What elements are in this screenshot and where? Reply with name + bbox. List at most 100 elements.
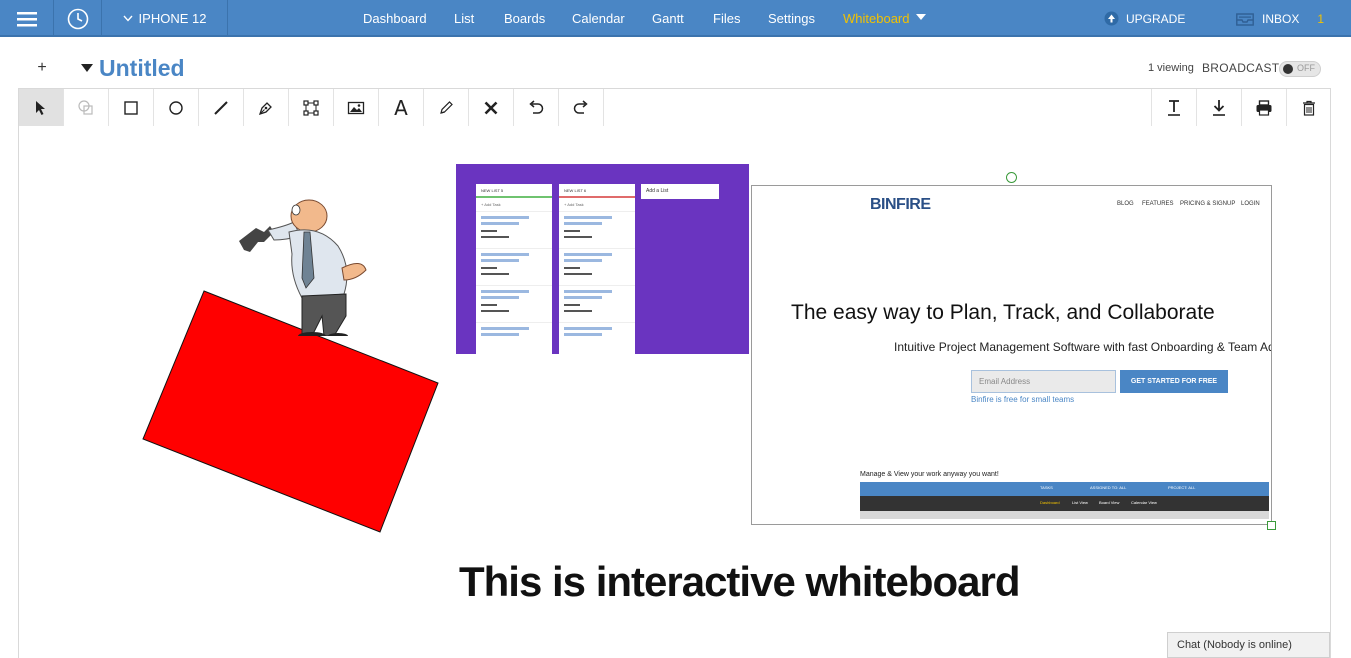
add-board-button[interactable]: + <box>34 58 50 78</box>
nav-files[interactable]: Files <box>713 0 740 37</box>
print-tool[interactable] <box>1241 89 1286 126</box>
kanban-column: NEW LIST 6 + Add Task <box>559 184 635 354</box>
site-gray-bar <box>860 511 1269 519</box>
chat-panel-button[interactable]: Chat (Nobody is online) <box>1167 632 1330 658</box>
title-dropdown-icon[interactable] <box>81 64 93 72</box>
site-appbar-item: ASSIGNED TO: ALL <box>1090 485 1127 490</box>
site-appbar-item: PROJECT: ALL <box>1168 485 1196 490</box>
site-sub-bar: Dashboard List View Board View Calendar … <box>860 496 1269 511</box>
site-nav-item: FEATURES <box>1142 201 1174 207</box>
project-selector[interactable]: IPHONE 12 <box>102 0 228 37</box>
cursor-arrow-icon <box>36 100 45 115</box>
site-nav-item: PRICING & SIGNUP <box>1180 201 1236 207</box>
top-navigation-bar: IPHONE 12 Dashboard List Boards Calendar… <box>0 0 1351 37</box>
image-tool[interactable] <box>334 89 379 126</box>
site-subbar-item: List View <box>1072 500 1088 505</box>
rotate-handle[interactable] <box>1006 172 1017 183</box>
broadcast-label: BROADCAST <box>1202 61 1280 75</box>
kanban-column-title: NEW LIST 6 <box>559 184 635 198</box>
kanban-board-image[interactable]: NEW LIST 5 + Add Task NEW LIST 6 + Add T… <box>456 164 749 354</box>
time-tracker-button[interactable] <box>54 0 102 37</box>
undo-tool[interactable] <box>514 89 559 126</box>
nav-boards[interactable]: Boards <box>504 0 545 37</box>
kanban-card <box>559 323 635 354</box>
download-icon <box>1213 99 1225 116</box>
project-name: IPHONE 12 <box>138 11 207 26</box>
image-icon <box>347 101 365 114</box>
nav-list[interactable]: List <box>454 0 474 37</box>
upgrade-button[interactable]: UPGRADE <box>1104 0 1185 37</box>
download-tool[interactable] <box>1196 89 1241 126</box>
site-headline: The easy way to Plan, Track, and Collabo… <box>791 301 1215 324</box>
clock-icon <box>67 8 88 29</box>
kanban-card <box>476 286 552 323</box>
menu-button[interactable] <box>0 0 54 37</box>
site-cta-button: GET STARTED FOR FREE <box>1120 370 1228 393</box>
nav-gantt[interactable]: Gantt <box>652 0 684 37</box>
delete-tool[interactable] <box>469 89 514 126</box>
kanban-card <box>476 249 552 286</box>
pencil-icon <box>440 100 453 114</box>
circle-icon <box>169 100 183 115</box>
circle-tool[interactable] <box>154 89 199 126</box>
line-tool[interactable] <box>199 89 244 126</box>
pen-tool[interactable] <box>244 89 289 126</box>
whiteboard-canvas[interactable]: NEW LIST 5 + Add Task NEW LIST 6 + Add T… <box>18 126 1331 658</box>
site-subbar-item: Dashboard <box>1040 500 1060 505</box>
trash-tool[interactable] <box>1286 89 1331 126</box>
nav-calendar[interactable]: Calendar <box>572 0 625 37</box>
nav-whiteboard[interactable]: Whiteboard <box>843 0 909 37</box>
close-icon <box>484 101 498 114</box>
text-format-tool[interactable] <box>1151 89 1196 126</box>
chevron-down-icon <box>123 15 133 22</box>
site-manage-text: Manage & View your work anyway you want! <box>860 471 999 478</box>
site-subbar-item: Calendar View <box>1131 500 1157 505</box>
inbox-icon <box>1236 12 1254 26</box>
nav-settings[interactable]: Settings <box>768 0 815 37</box>
kanban-add-task: + Add Task <box>559 198 635 212</box>
kanban-add-task: + Add Task <box>476 198 552 212</box>
website-screenshot-image[interactable]: BINFIRE BLOG FEATURES PRICING & SIGNUP L… <box>751 185 1272 525</box>
select-tool[interactable] <box>19 89 64 126</box>
caret-down-icon[interactable] <box>916 14 926 21</box>
viewer-count: 1 viewing <box>1148 62 1194 74</box>
toggle-knob <box>1283 64 1293 74</box>
inbox-button[interactable]: INBOX 1 <box>1236 0 1324 37</box>
redo-tool[interactable] <box>559 89 604 126</box>
board-title[interactable]: Untitled <box>99 55 185 82</box>
group-tool[interactable] <box>64 89 109 126</box>
broadcast-toggle[interactable]: OFF <box>1279 61 1321 77</box>
site-subheadline: Intuitive Project Management Software wi… <box>894 340 1272 354</box>
trash-icon <box>1303 100 1315 116</box>
rectangle-tool[interactable] <box>109 89 154 126</box>
text-tool[interactable]: A <box>379 89 424 126</box>
kanban-column-title: NEW LIST 5 <box>476 184 552 198</box>
line-icon <box>214 100 228 115</box>
kanban-card <box>559 286 635 323</box>
whiteboard-toolbar: A <box>18 88 1331 127</box>
kanban-card <box>559 212 635 249</box>
businessman-clipart-image[interactable] <box>234 196 374 336</box>
resize-handle[interactable] <box>1267 521 1276 530</box>
kanban-add-list: Add a List <box>641 184 719 199</box>
inbox-count-badge: 1 <box>1317 11 1325 26</box>
upgrade-arrow-icon <box>1104 11 1119 26</box>
site-nav-item: LOGIN <box>1241 201 1260 207</box>
highlighter-tool[interactable] <box>424 89 469 126</box>
printer-icon <box>1256 99 1272 116</box>
site-logo: BINFIRE <box>870 196 931 213</box>
nav-dashboard[interactable]: Dashboard <box>363 0 427 37</box>
crop-tool[interactable] <box>289 89 334 126</box>
whiteboard-text-object[interactable]: This is interactive whiteboard <box>459 558 1020 606</box>
hamburger-icon <box>16 11 37 26</box>
site-appbar-item: TASKS <box>1040 485 1053 490</box>
text-underline-icon <box>1168 99 1180 116</box>
site-subbar-item: Board View <box>1099 500 1120 505</box>
undo-icon <box>529 99 544 114</box>
site-free-note: Binfire is free for small teams <box>971 395 1075 404</box>
kanban-column: NEW LIST 5 + Add Task <box>476 184 552 354</box>
toggle-state: OFF <box>1297 63 1315 73</box>
redo-icon <box>573 99 588 114</box>
square-icon <box>124 100 138 115</box>
site-nav-item: BLOG <box>1117 201 1134 207</box>
